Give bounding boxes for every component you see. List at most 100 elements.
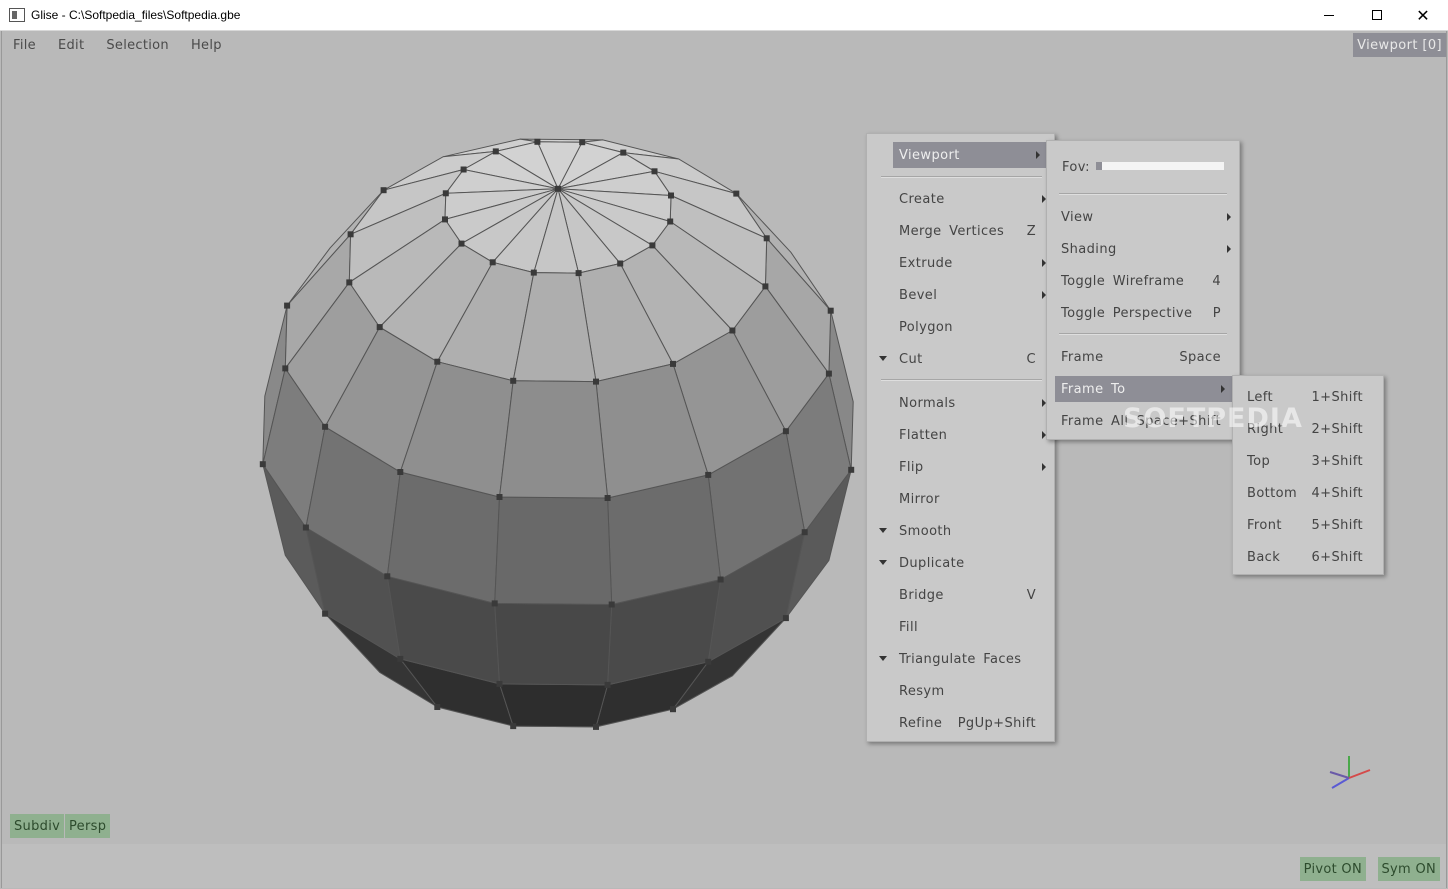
minimize-icon [1324,14,1334,16]
menu-item-extrude[interactable]: Extrude [867,250,1054,276]
menu-item-smooth[interactable]: Smooth [867,518,1054,544]
menu-item-toggle-wireframe[interactable]: Toggle Wireframe 4 [1047,268,1239,294]
menu-item-label: Mirror [899,491,940,507]
menu-item-front[interactable]: Front 5+Shift [1233,512,1383,538]
menu-item-label: Frame All [1061,413,1129,429]
menu-item-label: Resym [899,683,945,699]
mesh-vertex [617,260,624,267]
menu-item-flatten[interactable]: Flatten [867,422,1054,448]
menu-item-label: Frame [1061,349,1104,365]
mesh-vertex [668,192,674,199]
menu-item-label: Fill [899,619,918,635]
mesh-vertex [397,655,404,662]
menu-item-merge-vertices[interactable]: Merge Vertices Z [867,218,1054,244]
mesh-vertex [434,358,441,365]
mesh-vertex [649,242,656,249]
mesh-vertex [442,190,449,197]
fov-slider[interactable] [1096,162,1224,170]
mesh-vertex [397,469,404,475]
subdiv-toggle[interactable]: Subdiv [10,814,65,838]
mesh-vertex [555,185,561,192]
mesh-vertex [593,378,599,385]
menu-item-polygon[interactable]: Polygon [867,314,1054,340]
check-icon [879,356,887,362]
menu-item-shortcut: PgUp+Shift [957,715,1036,731]
mesh-vertex [284,302,291,309]
mesh-vertex [604,681,611,688]
menu-item-bevel[interactable]: Bevel [867,282,1054,308]
menu-item-label: Bevel [899,287,938,303]
mesh-vertex [259,461,266,468]
mesh-vertex [510,377,517,384]
mesh-vertex [346,279,353,286]
mesh-vertex [380,187,387,194]
close-button[interactable]: ✕ [1400,0,1446,30]
mesh-face [494,602,613,686]
menu-item-shortcut: 5+Shift [1311,517,1363,533]
mesh-vertex [322,423,329,430]
menu-item-shortcut: C [1026,351,1036,367]
mesh-vertex [384,573,391,580]
menu-item-bottom[interactable]: Bottom 4+Shift [1233,480,1383,506]
menu-item-label: Polygon [899,319,953,335]
title-bar: Glise - C:\Softpedia_files\Softpedia.gbe… [0,0,1448,31]
fov-row: Fov: [1047,155,1239,179]
mesh-face [494,496,613,606]
menu-item-top[interactable]: Top 3+Shift [1233,448,1383,474]
mesh-vertex [848,466,855,473]
mesh-vertex [733,190,740,197]
pivot-toggle[interactable]: Pivot ON [1299,857,1366,881]
mesh-vertex [530,269,537,276]
mesh-vertex [670,360,676,367]
persp-toggle[interactable]: Persp [65,814,111,838]
submenu-arrow-icon [1227,245,1231,253]
menu-item-shading[interactable]: Shading [1047,236,1239,262]
menu-item-bridge[interactable]: Bridge V [867,582,1054,608]
mesh-vertex [620,149,627,156]
mesh-vertex [534,138,541,145]
check-icon [879,656,887,662]
mesh-vertex [729,327,736,334]
mesh-vertex [782,428,789,435]
menu-item-mirror[interactable]: Mirror [867,486,1054,512]
menu-item-label: Back [1247,549,1281,565]
menu-item-frame-to[interactable]: Frame To [1055,376,1233,402]
menu-item-shortcut: 4+Shift [1311,485,1363,501]
menu-item-fill[interactable]: Fill [867,614,1054,640]
menu-item-flip[interactable]: Flip [867,454,1054,480]
menu-item-duplicate[interactable]: Duplicate [867,550,1054,576]
menu-item-cut[interactable]: Cut C [867,346,1054,372]
menu-item-shortcut: V [1026,587,1036,603]
menu-item-refine[interactable]: Refine PgUp+Shift [867,710,1054,736]
menu-item-viewport[interactable]: Viewport [893,142,1048,168]
mesh-vertex [434,704,441,710]
mesh-vertex [593,723,599,730]
mesh-vertex [670,706,676,713]
menu-item-back[interactable]: Back 6+Shift [1233,544,1383,570]
menu-item-label: Bridge [899,587,944,603]
minimize-button[interactable] [1306,0,1352,30]
menu-item-shortcut: 6+Shift [1311,549,1363,565]
mesh-vertex [460,166,467,173]
menu-item-triangulate-faces[interactable]: Triangulate Faces [867,646,1054,672]
maximize-button[interactable] [1354,0,1400,30]
menu-item-resym[interactable]: Resym [867,678,1054,704]
mesh-face [498,380,609,499]
menu-item-label: Toggle Perspective [1061,305,1193,321]
menu-item-label: Duplicate [899,555,965,571]
menu-item-view[interactable]: View [1047,204,1239,230]
menu-item-toggle-perspective[interactable]: Toggle Perspective P [1047,300,1239,326]
sym-toggle[interactable]: Sym ON [1377,857,1440,881]
mesh-vertex [282,365,289,372]
menu-item-shortcut: 2+Shift [1311,421,1363,437]
menu-separator [1059,333,1227,335]
menu-item-create[interactable]: Create [867,186,1054,212]
menu-item-normals[interactable]: Normals [867,390,1054,416]
mesh-vertex [608,601,615,608]
menu-item-label: Cut [899,351,923,367]
menu-item-shortcut: Space [1179,349,1221,365]
menu-item-label: Front [1247,517,1282,533]
menu-item-frame[interactable]: Frame Space [1047,344,1239,370]
mesh-vertex [762,283,769,290]
mesh-vertex [717,576,724,583]
